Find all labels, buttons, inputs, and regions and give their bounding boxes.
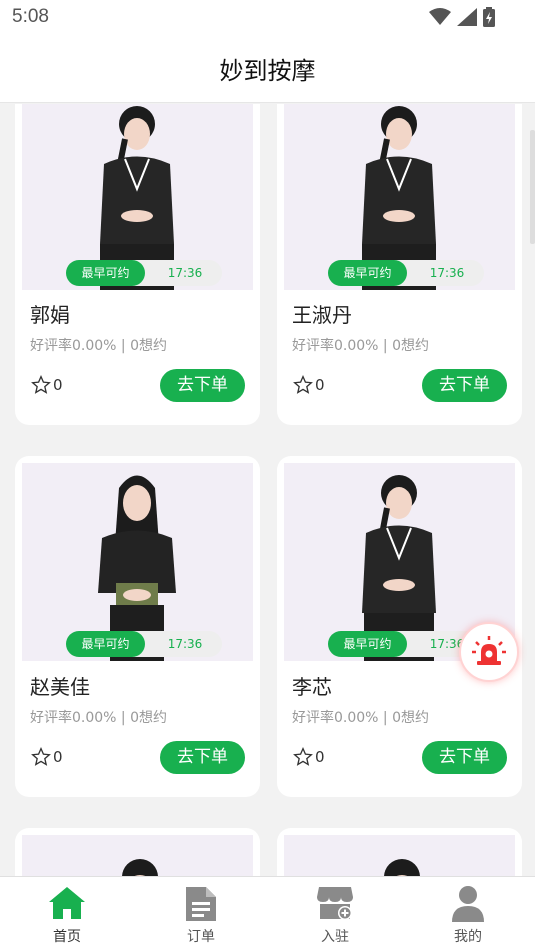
rating-text: 好评率0.00% | 0想约: [30, 710, 167, 726]
favorite-count: 0: [53, 376, 63, 394]
availability-time: 17:36: [167, 637, 203, 651]
tab-join[interactable]: 入驻: [268, 877, 402, 951]
store-icon: [317, 887, 353, 920]
order-button[interactable]: 去下单: [422, 741, 507, 774]
availability-label: 最早可约: [66, 631, 145, 657]
therapist-name: 王淑丹: [292, 303, 352, 327]
favorite-toggle[interactable]: 0: [31, 375, 63, 395]
status-time: 5:08: [12, 6, 49, 27]
earliest-availability: 最早可约 17:36: [66, 260, 222, 286]
status-bar: 5:08: [0, 0, 535, 36]
tab-profile[interactable]: 我的: [401, 877, 535, 951]
tab-label: 首页: [53, 929, 81, 945]
availability-label: 最早可约: [66, 260, 145, 286]
emergency-alarm-button[interactable]: [459, 622, 519, 682]
therapist-card[interactable]: [277, 828, 522, 876]
availability-label: 最早可约: [328, 631, 407, 657]
rating-text: 好评率0.00% | 0想约: [292, 338, 429, 354]
earliest-availability: 最早可约 17:36: [66, 631, 222, 657]
therapist-name: 赵美佳: [30, 675, 90, 699]
star-icon: [293, 375, 313, 394]
tab-home[interactable]: 首页: [0, 877, 134, 951]
app-screen: 5:08 妙到按摩 最早可约 17:36 郭娟 好评率0.00% | 0想约 0…: [0, 0, 535, 951]
therapist-photo: 最早可约 17:36: [284, 104, 515, 290]
therapist-card[interactable]: [15, 828, 260, 876]
favorite-count: 0: [315, 376, 325, 394]
therapist-photo: [284, 835, 515, 876]
star-icon: [293, 747, 313, 766]
order-button[interactable]: 去下单: [422, 369, 507, 402]
tab-orders[interactable]: 订单: [134, 877, 268, 951]
therapist-name: 李芯: [292, 675, 332, 699]
user-icon: [452, 886, 484, 922]
tab-label: 订单: [187, 929, 215, 945]
availability-time: 17:36: [429, 266, 465, 280]
page-title: 妙到按摩: [219, 57, 316, 85]
battery-icon: [483, 7, 495, 27]
therapist-grid[interactable]: 最早可约 17:36 郭娟 好评率0.00% | 0想约 0 去下单 最早可约 …: [0, 104, 535, 876]
home-icon: [49, 887, 85, 919]
wifi-icon: [429, 8, 451, 25]
bottom-tab-bar: 首页 订单 入驻 我的: [0, 876, 535, 951]
rating-text: 好评率0.00% | 0想约: [30, 338, 167, 354]
therapist-photo: 最早可约 17:36: [22, 104, 253, 290]
favorite-count: 0: [315, 748, 325, 766]
favorite-toggle[interactable]: 0: [31, 747, 63, 767]
signal-icon: [457, 8, 477, 26]
scrollbar[interactable]: [530, 130, 535, 244]
favorite-toggle[interactable]: 0: [293, 375, 325, 395]
therapist-card[interactable]: 最早可约 17:36 王淑丹 好评率0.00% | 0想约 0 去下单: [277, 104, 522, 425]
alarm-siren-icon: [472, 636, 506, 665]
tab-label: 我的: [454, 929, 482, 945]
therapist-photo: 最早可约 17:36: [22, 463, 253, 661]
document-icon: [186, 887, 216, 921]
star-icon: [31, 747, 51, 766]
availability-label: 最早可约: [328, 260, 407, 286]
tab-label: 入驻: [321, 929, 349, 945]
order-button[interactable]: 去下单: [160, 369, 245, 402]
therapist-card[interactable]: 最早可约 17:36 郭娟 好评率0.00% | 0想约 0 去下单: [15, 104, 260, 425]
favorite-count: 0: [53, 748, 63, 766]
order-button[interactable]: 去下单: [160, 741, 245, 774]
rating-text: 好评率0.00% | 0想约: [292, 710, 429, 726]
therapist-name: 郭娟: [30, 303, 70, 327]
therapist-photo: [22, 835, 253, 876]
status-icons: [429, 7, 495, 27]
therapist-card[interactable]: 最早可约 17:36 赵美佳 好评率0.00% | 0想约 0 去下单: [15, 456, 260, 797]
favorite-toggle[interactable]: 0: [293, 747, 325, 767]
app-header: 妙到按摩: [0, 36, 535, 103]
earliest-availability: 最早可约 17:36: [328, 260, 484, 286]
star-icon: [31, 375, 51, 394]
availability-time: 17:36: [167, 266, 203, 280]
